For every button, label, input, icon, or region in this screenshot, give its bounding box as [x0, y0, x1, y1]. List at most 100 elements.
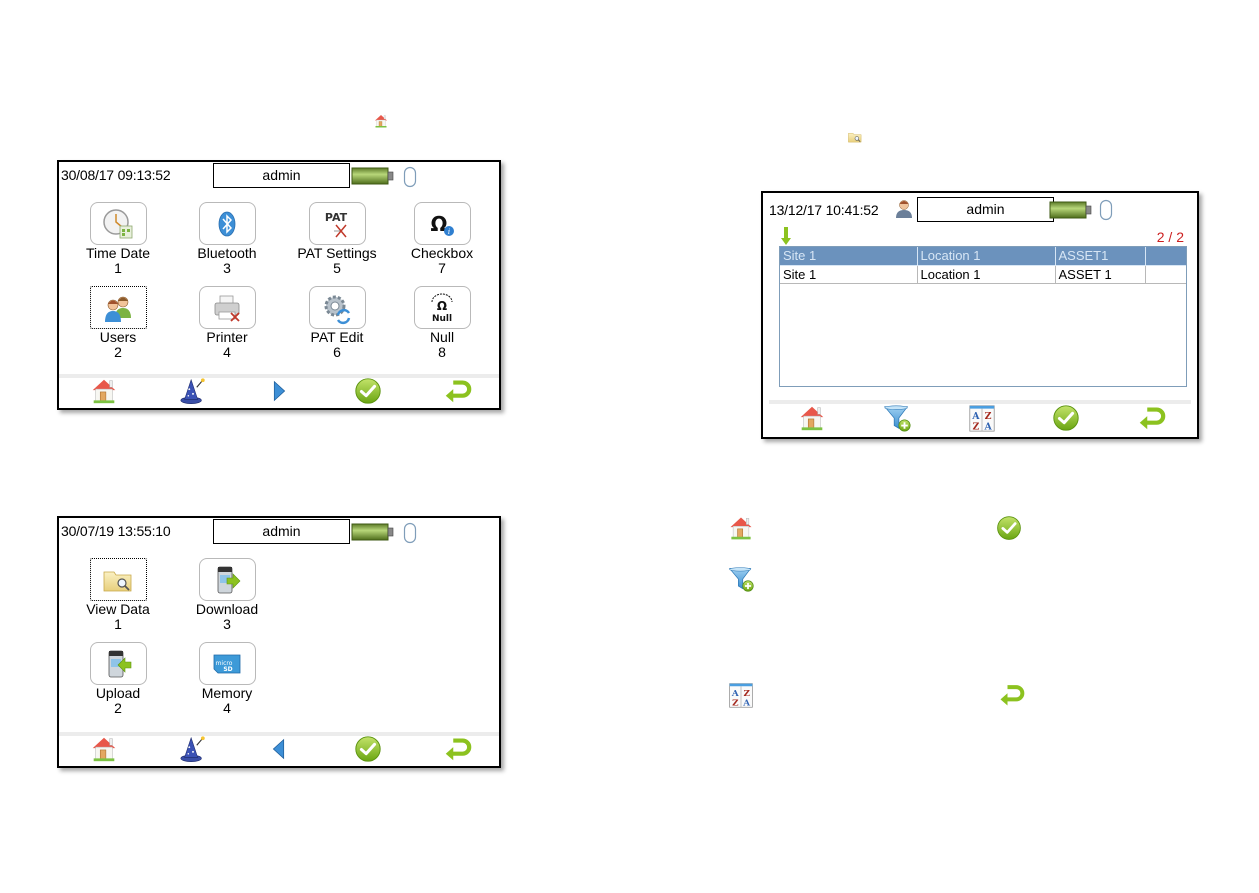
item-number: 4 [223, 344, 231, 360]
legend-sort [727, 681, 755, 709]
back-return-icon [997, 681, 1025, 709]
filter-add-icon [727, 565, 755, 593]
legend-home [727, 514, 755, 542]
home-button[interactable] [87, 376, 121, 406]
item-label: PAT Edit [310, 329, 364, 345]
prev-page-button[interactable] [262, 734, 296, 764]
item-label: View Data [86, 601, 150, 617]
bluetooth-icon [210, 207, 244, 241]
next-page-button[interactable] [262, 376, 296, 406]
item-label: PAT Settings [297, 245, 377, 261]
wizard-button[interactable] [176, 376, 210, 406]
menu-item-upload[interactable]: Upload 2 [73, 642, 163, 716]
filter-add-icon [882, 403, 912, 433]
prev-arrow-icon [264, 734, 294, 764]
item-number: 1 [114, 616, 122, 632]
legend-back [997, 681, 1025, 709]
micro-sd-icon [210, 647, 244, 681]
home-icon [373, 113, 389, 129]
toolbar [59, 374, 499, 408]
item-label: Checkbox [410, 245, 474, 261]
item-label: Users [99, 329, 137, 345]
back-button[interactable] [440, 376, 474, 406]
user-field[interactable]: admin [213, 519, 350, 544]
printer-icon [210, 291, 244, 325]
toolbar [59, 732, 499, 766]
status-bar: 30/08/17 09:13:52 admin [59, 162, 499, 190]
records-table: Site 1 Location 1 ASSET1 Site 1 Location… [779, 246, 1187, 387]
menu-item-pat-settings[interactable]: PAT Settings 5 [292, 202, 382, 276]
battery-icon [351, 522, 397, 542]
confirm-button[interactable] [351, 734, 385, 764]
back-button[interactable] [1134, 403, 1168, 433]
sd-card-slot-icon [1099, 199, 1113, 221]
battery-icon [1049, 200, 1095, 220]
omega-null-icon [425, 291, 459, 325]
item-number: 1 [114, 260, 122, 276]
cell-site: Site 1 [780, 247, 918, 266]
legend-confirm [995, 514, 1023, 542]
item-number: 2 [114, 344, 122, 360]
cell-extra [1145, 247, 1186, 266]
sort-az-icon [727, 681, 755, 709]
datetime: 30/07/19 13:55:10 [61, 523, 171, 539]
confirm-button[interactable] [351, 376, 385, 406]
back-return-icon [442, 376, 472, 406]
menu-item-download[interactable]: Download 3 [182, 558, 272, 632]
cell-extra [1145, 265, 1186, 284]
confirm-button[interactable] [1049, 403, 1083, 433]
wizard-hat-icon [178, 376, 208, 406]
item-number: 7 [438, 260, 446, 276]
home-button[interactable] [795, 403, 829, 433]
legend-filter [727, 565, 755, 593]
datetime: 13/12/17 10:41:52 [769, 202, 879, 218]
page-count: 2 / 2 [1156, 229, 1184, 245]
menu-item-users[interactable]: Users 2 [73, 286, 163, 360]
data-screen: 30/07/19 13:55:10 admin View Data 1 Uplo… [57, 516, 501, 768]
toolbar [763, 401, 1197, 437]
folder-search-icon [101, 563, 135, 597]
item-label: Time Date [85, 245, 151, 261]
table-row[interactable]: Site 1 Location 1 ASSET 1 [780, 265, 1186, 284]
sd-card-slot-icon [403, 166, 417, 188]
battery-icon [351, 166, 397, 186]
home-icon [89, 376, 119, 406]
item-label: Download [195, 601, 259, 617]
confirm-check-icon [995, 514, 1023, 542]
menu-item-checkbox[interactable]: Checkbox 7 [397, 202, 487, 276]
back-button[interactable] [440, 734, 474, 764]
item-number: 2 [114, 700, 122, 716]
menu-item-view-data[interactable]: View Data 1 [73, 558, 163, 632]
home-icon [797, 403, 827, 433]
confirm-check-icon [1051, 403, 1081, 433]
menu-item-pat-edit[interactable]: PAT Edit 6 [292, 286, 382, 360]
menu-item-null[interactable]: Null 8 [397, 286, 487, 360]
user-field[interactable]: admin [917, 197, 1054, 222]
cell-asset: ASSET1 [1055, 247, 1146, 266]
sort-button[interactable] [965, 403, 999, 433]
folder-search-icon [847, 129, 863, 145]
cell-location: Location 1 [917, 265, 1056, 284]
back-return-icon [442, 734, 472, 764]
menu-item-bluetooth[interactable]: Bluetooth 3 [182, 202, 272, 276]
wizard-button[interactable] [176, 734, 210, 764]
cell-site: Site 1 [780, 265, 918, 284]
gear-edit-icon [320, 291, 354, 325]
table-row[interactable]: Site 1 Location 1 ASSET1 [780, 247, 1186, 266]
item-number: 3 [223, 616, 231, 632]
item-number: 5 [333, 260, 341, 276]
download-icon [210, 563, 244, 597]
menu-item-time-date[interactable]: Time Date 1 [73, 202, 163, 276]
filter-add-button[interactable] [880, 403, 914, 433]
user-field[interactable]: admin [213, 163, 350, 188]
cell-location: Location 1 [917, 247, 1056, 266]
home-button[interactable] [87, 734, 121, 764]
omega-info-icon [425, 207, 459, 241]
next-arrow-icon [264, 376, 294, 406]
home-icon [727, 514, 755, 542]
menu-item-memory[interactable]: Memory 4 [182, 642, 272, 716]
menu-item-printer[interactable]: Printer 4 [182, 286, 272, 360]
user-icon [894, 197, 914, 219]
wizard-hat-icon [178, 734, 208, 764]
sort-direction-icon[interactable] [781, 227, 791, 245]
